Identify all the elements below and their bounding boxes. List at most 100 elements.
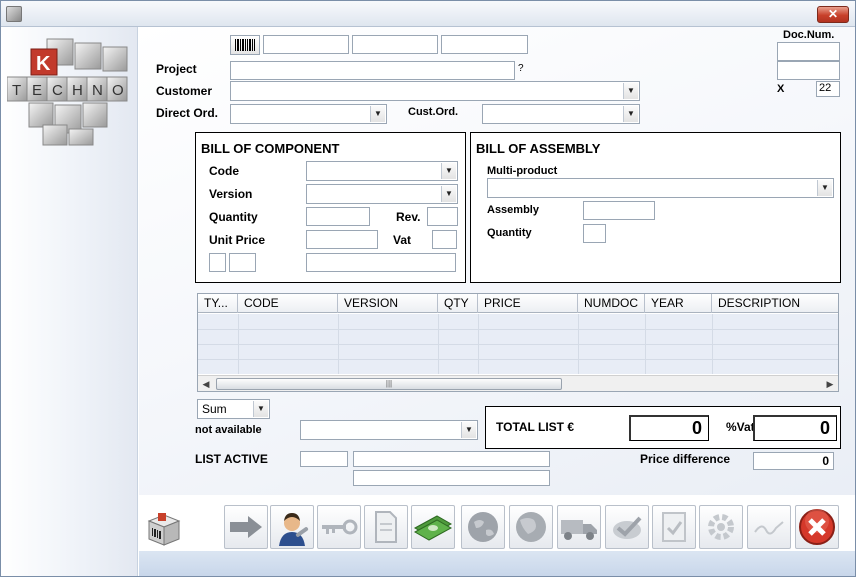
column-header-price[interactable]: PRICE: [478, 294, 578, 313]
globe-2-button[interactable]: [509, 505, 553, 549]
checkmark-button[interactable]: [605, 505, 649, 549]
barcode-box-icon[interactable]: [145, 511, 183, 547]
signature-icon: [754, 521, 784, 535]
customer-combo[interactable]: ▼: [230, 81, 640, 101]
rev-field[interactable]: [427, 207, 458, 226]
unit-price-field[interactable]: [306, 230, 378, 249]
close-icon: [799, 509, 835, 545]
doc-num-label: Doc.Num.: [783, 29, 835, 41]
logo-letter: C: [52, 82, 63, 99]
column-header-year[interactable]: YEAR: [645, 294, 712, 313]
multi-product-label: Multi-product: [487, 165, 558, 177]
logo-letter: N: [92, 82, 103, 99]
barcode-field-2[interactable]: [352, 35, 438, 54]
list-active-field-3[interactable]: [353, 470, 550, 486]
assembly-quantity-label: Quantity: [487, 227, 532, 239]
not-available-combo[interactable]: ▼: [300, 420, 478, 440]
clipboard-check-button[interactable]: [652, 505, 696, 549]
doc-num-field-2[interactable]: [777, 61, 840, 80]
barcode-field-1[interactable]: [263, 35, 349, 54]
checkmark-icon: [613, 516, 642, 539]
chevron-down-icon[interactable]: ▼: [441, 186, 456, 202]
rev-label: Rev.: [396, 210, 421, 224]
technician-button[interactable]: [270, 505, 314, 549]
column-header-type[interactable]: TY...: [198, 294, 238, 313]
close-form-button[interactable]: [795, 505, 839, 549]
gear-button[interactable]: [699, 505, 743, 549]
money-icon: [413, 515, 453, 541]
barcode-field-3[interactable]: [441, 35, 528, 54]
clipboard-check-icon: [662, 512, 686, 542]
sum-combo-value: Sum: [202, 402, 227, 416]
direct-ord-combo[interactable]: ▼: [230, 104, 387, 124]
left-panel: K T E C H N O: [1, 27, 138, 576]
scroll-left-icon[interactable]: ◀: [198, 376, 214, 392]
component-description-field[interactable]: [306, 253, 456, 272]
chevron-down-icon[interactable]: ▼: [623, 106, 638, 122]
version-label: Version: [209, 187, 253, 201]
chevron-down-icon[interactable]: ▼: [253, 401, 268, 417]
small-field-2[interactable]: [229, 253, 256, 272]
scrollbar-thumb[interactable]: |||: [216, 378, 562, 390]
list-active-label: LIST ACTIVE: [195, 452, 268, 466]
total-list-label: TOTAL LIST €: [496, 420, 575, 434]
main-window: ✕ K T E C H N O Doc.Num. X 22 Project ? …: [0, 0, 856, 577]
sum-combo[interactable]: Sum ▼: [197, 399, 270, 419]
barcode-button[interactable]: [230, 35, 260, 55]
signature-button[interactable]: [747, 505, 791, 549]
chevron-down-icon[interactable]: ▼: [441, 163, 456, 179]
cust-ord-combo[interactable]: ▼: [482, 104, 640, 124]
bill-of-assembly-group: BILL OF ASSEMBLY Multi-product ▼ Assembl…: [470, 132, 841, 283]
globe-icon: [468, 512, 498, 542]
key-button[interactable]: [317, 505, 361, 549]
column-header-description[interactable]: DESCRIPTION: [712, 294, 838, 313]
column-header-numdoc[interactable]: NUMDOC: [578, 294, 645, 313]
document-button[interactable]: [364, 505, 408, 549]
column-header-qty[interactable]: QTY: [438, 294, 478, 313]
chevron-down-icon[interactable]: ▼: [623, 83, 638, 99]
not-available-label: not available: [195, 424, 262, 436]
multi-product-combo[interactable]: ▼: [487, 178, 834, 198]
app-icon[interactable]: [6, 6, 22, 22]
component-grid[interactable]: TY... CODE VERSION QTY PRICE NUMDOC YEAR…: [197, 293, 839, 392]
vat-percent-value: 0: [753, 415, 837, 441]
bill-of-component-title: BILL OF COMPONENT: [201, 141, 340, 156]
arrow-right-icon: [230, 516, 262, 538]
window-close-button[interactable]: ✕: [817, 6, 849, 23]
key-icon: [322, 519, 358, 535]
chevron-down-icon[interactable]: ▼: [461, 422, 476, 438]
column-header-code[interactable]: CODE: [238, 294, 338, 313]
truck-button[interactable]: [557, 505, 601, 549]
vat-field[interactable]: [432, 230, 457, 249]
scroll-right-icon[interactable]: ▶: [822, 376, 838, 392]
doc-num-field[interactable]: [777, 42, 840, 61]
title-bar: ✕: [1, 1, 855, 27]
grid-body[interactable]: [198, 314, 838, 374]
document-icon: [375, 511, 397, 543]
version-combo[interactable]: ▼: [306, 184, 458, 204]
bill-of-component-group: BILL OF COMPONENT Code ▼ Version ▼ Quant…: [195, 132, 466, 283]
customer-label: Customer: [156, 84, 213, 98]
code-label: Code: [209, 164, 239, 178]
grid-header: TY... CODE VERSION QTY PRICE NUMDOC YEAR…: [198, 294, 838, 313]
chevron-down-icon[interactable]: ▼: [817, 180, 832, 196]
assembly-quantity-field[interactable]: [583, 224, 606, 243]
small-field-1[interactable]: [209, 253, 226, 272]
project-field[interactable]: [230, 61, 515, 80]
arrow-right-button[interactable]: [224, 505, 268, 549]
total-list-box: TOTAL LIST € 0 %Vat 0: [485, 406, 841, 449]
list-active-field-1[interactable]: [300, 451, 348, 467]
assembly-field[interactable]: [583, 201, 655, 220]
quantity-field[interactable]: [306, 207, 370, 226]
grid-horizontal-scrollbar[interactable]: ◀ ||| ▶: [198, 375, 838, 391]
code-combo[interactable]: ▼: [306, 161, 458, 181]
column-header-version[interactable]: VERSION: [338, 294, 438, 313]
barcode-icon: [235, 39, 255, 51]
vat-label: Vat: [393, 233, 412, 247]
money-button[interactable]: [411, 505, 455, 549]
price-difference-value: 0: [753, 452, 834, 470]
list-active-field-2[interactable]: [353, 451, 550, 467]
chevron-down-icon[interactable]: ▼: [370, 106, 385, 122]
x-value-field[interactable]: 22: [816, 81, 840, 97]
globe-button[interactable]: [461, 505, 505, 549]
